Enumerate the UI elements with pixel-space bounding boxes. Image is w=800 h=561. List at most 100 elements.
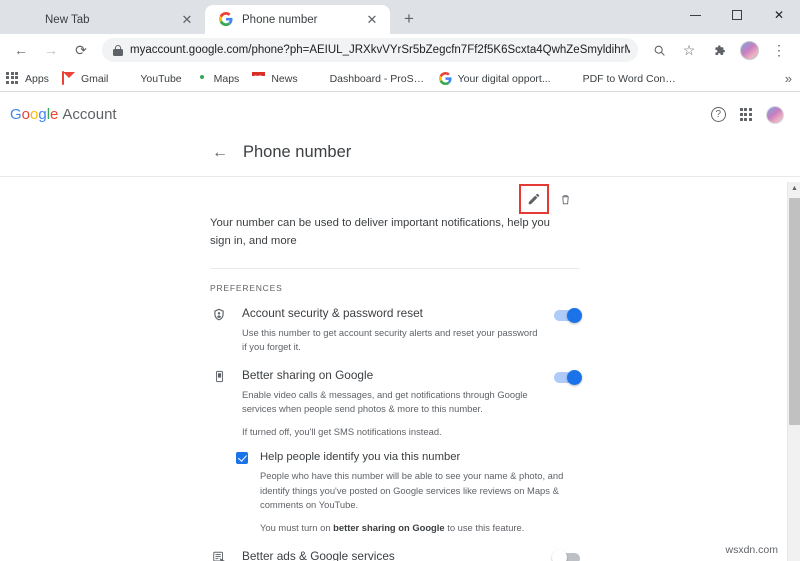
browser-toolbar: ← → ⟳ myaccount.google.com/phone?ph=AEIU… bbox=[0, 34, 800, 66]
reload-icon[interactable]: ⟳ bbox=[68, 37, 94, 63]
tab-strip: New Tab ✕ Phone number ✕ + ✕ bbox=[0, 0, 800, 34]
maps-pin-icon bbox=[195, 72, 209, 86]
bookmark-apps[interactable]: Apps bbox=[6, 71, 49, 86]
tab-title: New Tab bbox=[45, 13, 90, 26]
note-suffix: to use this feature. bbox=[444, 521, 525, 533]
scrollbar-up-arrow[interactable]: ▲ bbox=[788, 182, 800, 195]
logo-letter: g bbox=[38, 106, 47, 123]
toggle-account-security[interactable] bbox=[554, 307, 582, 323]
watermark: wsxdn.com bbox=[725, 544, 778, 556]
preference-title: Account security & password reset bbox=[242, 306, 423, 320]
logo-letter: e bbox=[50, 106, 59, 123]
toggle-better-sharing[interactable] bbox=[554, 369, 582, 385]
minimize-button[interactable] bbox=[674, 0, 716, 30]
window-controls: ✕ bbox=[674, 0, 800, 30]
scrollbar-thumb[interactable] bbox=[789, 198, 800, 425]
bookmark-news[interactable]: News bbox=[252, 72, 297, 86]
tab-title: Phone number bbox=[242, 13, 318, 26]
preference-title: Better sharing on Google bbox=[242, 368, 374, 383]
tab-close-icon[interactable]: ✕ bbox=[364, 12, 380, 28]
note-prefix: You must turn on bbox=[260, 521, 334, 533]
bookmark-gmail[interactable]: Gmail bbox=[61, 70, 109, 86]
bookmark-label: Your digital opport... bbox=[457, 72, 551, 85]
preference-account-security[interactable]: Account security & password reset Use th… bbox=[210, 302, 582, 364]
preferences-section-label: PREFERENCES bbox=[210, 283, 283, 293]
toggle-better-ads[interactable] bbox=[552, 550, 580, 561]
nested-option-note: You must turn on better sharing on Googl… bbox=[260, 521, 580, 535]
tab-phone-number[interactable]: Phone number ✕ bbox=[205, 5, 390, 34]
search-icon[interactable] bbox=[646, 37, 672, 63]
page-content: Google Account ? ← Phone number Your num… bbox=[0, 92, 800, 561]
back-icon[interactable]: ← bbox=[8, 37, 34, 63]
bookmark-star-icon[interactable]: ☆ bbox=[676, 37, 702, 63]
browser-menu-icon[interactable]: ⋮ bbox=[766, 37, 792, 63]
maximize-button[interactable] bbox=[716, 0, 758, 30]
gmail-icon bbox=[61, 70, 76, 86]
leaf-icon bbox=[311, 72, 325, 86]
tab-favicon-blank bbox=[22, 12, 37, 27]
note-bold: better sharing on Google bbox=[333, 521, 445, 533]
preference-description: Enable video calls & messages, and get n… bbox=[242, 389, 528, 415]
avatar[interactable] bbox=[766, 105, 784, 124]
url-text: myaccount.google.com/phone?ph=AEIUL_JRXk… bbox=[130, 44, 630, 56]
nested-option-help-identify: Help people identify you via this number… bbox=[210, 449, 580, 544]
preference-description-secondary: If turned off, you'll get SMS notificati… bbox=[242, 426, 442, 438]
action-row bbox=[210, 177, 580, 214]
preference-description: Use this number to get account security … bbox=[242, 326, 538, 353]
profile-avatar[interactable] bbox=[736, 37, 762, 63]
lead-description: Your number can be used to deliver impor… bbox=[210, 217, 550, 247]
page-title: Phone number bbox=[243, 143, 352, 161]
bookmark-label: Dashboard - ProSe... bbox=[329, 72, 426, 85]
lock-icon bbox=[113, 44, 123, 56]
bookmarks-overflow-icon[interactable]: » bbox=[785, 71, 792, 86]
bookmark-dashboard[interactable]: Dashboard - ProSe... bbox=[311, 72, 426, 86]
google-account-logo[interactable]: Google Account bbox=[10, 106, 117, 123]
checkbox-help-identify[interactable] bbox=[236, 452, 248, 465]
google-account-header: Google Account ? bbox=[0, 92, 800, 137]
preference-better-ads[interactable]: Better ads & Google services Use this nu… bbox=[210, 545, 580, 561]
logo-account-word: Account bbox=[62, 106, 117, 123]
bookmark-youtube[interactable]: YouTube bbox=[121, 72, 181, 86]
mobile-phone-icon bbox=[210, 369, 228, 384]
nested-option-description: People who have this number will be able… bbox=[260, 470, 564, 510]
colorful-square-icon bbox=[564, 72, 578, 86]
youtube-icon bbox=[121, 72, 135, 86]
google-g-icon bbox=[438, 71, 453, 86]
edit-pencil-icon[interactable] bbox=[519, 184, 549, 214]
google-g-icon bbox=[219, 12, 234, 27]
bookmark-label: Gmail bbox=[80, 72, 109, 85]
bookmark-label: YouTube bbox=[140, 72, 182, 85]
logo-letter: G bbox=[10, 106, 22, 123]
logo-letter: o bbox=[21, 106, 31, 123]
header-actions: ? bbox=[710, 105, 784, 124]
google-news-icon bbox=[252, 72, 266, 86]
tab-new-tab[interactable]: New Tab ✕ bbox=[8, 5, 205, 34]
page-title-row: ← Phone number bbox=[0, 137, 800, 177]
bookmark-label: Apps bbox=[25, 72, 49, 85]
preference-better-sharing[interactable]: Better sharing on Google Enable video ca… bbox=[210, 364, 582, 449]
puzzle-piece-icon[interactable] bbox=[706, 37, 732, 63]
page-scrollbar[interactable]: ▲ ▼ bbox=[787, 182, 800, 561]
shield-icon bbox=[210, 307, 228, 322]
bookmark-maps[interactable]: Maps bbox=[195, 72, 240, 86]
google-apps-grid-icon[interactable] bbox=[739, 108, 752, 121]
apps-grid-icon bbox=[6, 71, 20, 86]
bookmark-label: Maps bbox=[213, 72, 240, 85]
bookmark-pdf-to-word[interactable]: PDF to Word Conve... bbox=[564, 72, 679, 86]
tab-close-icon[interactable]: ✕ bbox=[179, 12, 195, 28]
help-icon[interactable]: ? bbox=[710, 107, 726, 122]
back-arrow-icon[interactable]: ← bbox=[212, 144, 228, 162]
forward-icon[interactable]: → bbox=[38, 37, 64, 63]
bookmark-label: PDF to Word Conve... bbox=[582, 72, 679, 85]
bookmark-your-digital-opportunity[interactable]: Your digital opport... bbox=[438, 71, 551, 86]
preference-title: Better ads & Google services bbox=[242, 548, 395, 561]
browser-window: New Tab ✕ Phone number ✕ + ✕ ← → ⟳ myacc… bbox=[0, 0, 800, 561]
new-tab-button[interactable]: + bbox=[395, 5, 423, 33]
address-bar[interactable]: myaccount.google.com/phone?ph=AEIUL_JRXk… bbox=[102, 38, 638, 62]
document-cursor-icon bbox=[210, 550, 228, 561]
close-window-button[interactable]: ✕ bbox=[758, 0, 800, 30]
settings-content: Your number can be used to deliver impor… bbox=[0, 177, 800, 561]
bookmarks-bar: Apps Gmail YouTube Maps News Dashboard -… bbox=[0, 66, 800, 92]
bookmark-label: News bbox=[271, 72, 298, 85]
delete-trash-icon[interactable] bbox=[555, 189, 575, 209]
